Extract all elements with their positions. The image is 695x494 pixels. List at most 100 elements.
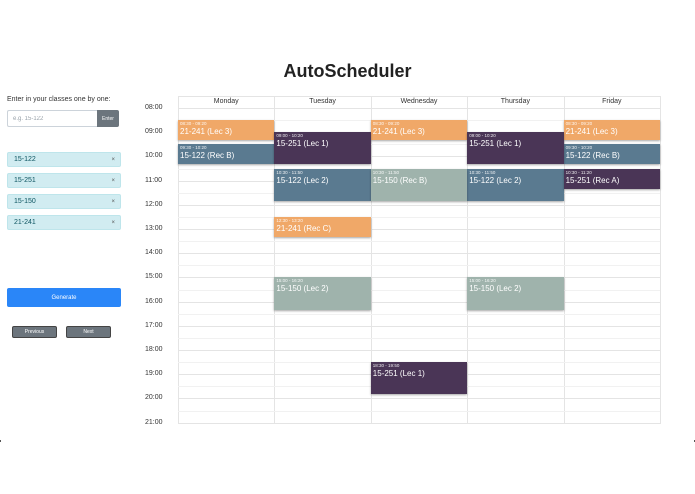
class-event[interactable]: 10:30 - 11:50 15-122 (Lec 2) xyxy=(467,168,564,201)
hour-label: 19:00 xyxy=(145,370,163,378)
hour-label: 13:00 xyxy=(145,225,163,232)
next-button[interactable]: Next xyxy=(66,326,111,338)
previous-button[interactable]: Previous xyxy=(12,326,57,338)
half-hour-line xyxy=(178,410,660,412)
event-time: 08:30 - 09:20 xyxy=(372,121,400,127)
hour-label: 08:00 xyxy=(145,104,163,111)
hour-line xyxy=(178,422,660,424)
event-title: 15-251 (Rec A) xyxy=(565,175,620,185)
hour-label: 09:00 xyxy=(145,128,163,136)
class-event[interactable]: 09:00 - 10:20 15-251 (Lec 1) xyxy=(467,132,564,165)
hour-label: 10:00 xyxy=(145,152,163,160)
event-title: 21-241 (Lec 3) xyxy=(565,127,618,137)
day-header: Friday xyxy=(602,98,622,105)
hour-line xyxy=(178,277,660,279)
half-hour-line xyxy=(178,265,660,267)
class-event[interactable]: 12:30 - 13:20 21-241 (Rec C) xyxy=(274,216,371,237)
event-title: 15-122 (Rec B) xyxy=(180,151,235,161)
class-event[interactable]: 10:30 - 11:50 15-122 (Lec 2) xyxy=(274,168,371,201)
remove-course-icon[interactable]: × xyxy=(111,220,115,226)
remove-course-icon[interactable]: × xyxy=(111,199,115,205)
event-time: 10:30 - 11:50 xyxy=(372,169,399,175)
event-time: 09:00 - 10:20 xyxy=(276,133,303,139)
course-name: 21-241 xyxy=(14,219,36,226)
half-hour-line xyxy=(178,313,660,315)
half-hour-line xyxy=(178,241,660,243)
class-entry-prompt: Enter in your classes one by one: xyxy=(7,96,111,103)
class-event[interactable]: 10:30 - 11:20 15-251 (Rec A) xyxy=(563,168,660,189)
event-title: 15-122 (Rec B) xyxy=(565,151,620,161)
event-title: 21-241 (Lec 3) xyxy=(372,127,425,137)
event-time: 09:00 - 10:20 xyxy=(469,133,496,139)
hour-label: 14:00 xyxy=(145,249,163,257)
hour-label: 20:00 xyxy=(145,394,163,402)
event-title: 15-251 (Lec 1) xyxy=(469,139,522,149)
day-header: Monday xyxy=(213,98,239,105)
event-time: 12:30 - 13:20 xyxy=(276,217,303,223)
course-item: 15-150 × xyxy=(7,194,121,209)
course-item: 21-241 × xyxy=(7,215,121,230)
generate-button[interactable]: Generate xyxy=(7,288,121,307)
event-time: 10:30 - 11:20 xyxy=(565,169,592,175)
event-title: 15-122 (Lec 2) xyxy=(276,175,329,185)
half-hour-line xyxy=(178,216,660,218)
class-event[interactable]: 08:30 - 09:20 21-241 (Lec 3) xyxy=(563,120,660,141)
event-time: 08:30 - 09:20 xyxy=(180,121,207,127)
class-event[interactable]: 10:30 - 11:50 15-150 (Rec B) xyxy=(370,168,468,201)
event-time: 09:30 - 10:20 xyxy=(180,145,207,151)
class-event[interactable]: 18:30 - 19:50 15-251 (Lec 1) xyxy=(370,362,468,395)
hour-line xyxy=(178,301,660,303)
hour-line xyxy=(178,229,660,230)
hour-line xyxy=(178,253,660,255)
event-time: 15:00 - 16:20 xyxy=(276,278,303,284)
class-event[interactable]: 15:00 - 16:20 15-150 (Lec 2) xyxy=(467,277,564,310)
event-time: 10:30 - 11:50 xyxy=(276,169,303,175)
event-time: 08:30 - 09:20 xyxy=(565,121,593,127)
hour-label: 17:00 xyxy=(145,321,163,329)
class-event[interactable]: 09:00 - 10:20 15-251 (Lec 1) xyxy=(274,132,371,165)
hour-label: 21:00 xyxy=(145,418,163,426)
app-title: AutoScheduler xyxy=(283,61,412,81)
hour-line xyxy=(178,325,660,327)
half-hour-line xyxy=(178,337,660,339)
course-item: 15-122 × xyxy=(7,152,121,167)
course-item: 15-251 × xyxy=(7,173,121,188)
event-title: 15-251 (Lec 1) xyxy=(372,369,425,379)
class-event[interactable]: 15:00 - 16:20 15-150 (Lec 2) xyxy=(274,277,371,310)
course-name: 15-150 xyxy=(14,198,36,205)
class-event[interactable]: 09:30 - 10:20 15-122 (Rec B) xyxy=(178,144,275,165)
hour-line xyxy=(178,350,660,351)
half-hour-line xyxy=(178,289,660,291)
class-event[interactable]: 08:30 - 09:20 21-241 (Lec 3) xyxy=(178,120,275,141)
class-input[interactable] xyxy=(7,110,97,127)
hour-line xyxy=(178,398,660,400)
hour-line xyxy=(178,108,660,109)
grid-column-line xyxy=(660,96,661,424)
event-time: 15:00 - 16:20 xyxy=(469,278,496,284)
event-time: 09:30 - 10:20 xyxy=(565,145,593,151)
hour-label: 12:00 xyxy=(145,200,163,208)
day-header: Thursday xyxy=(500,98,530,105)
remove-course-icon[interactable]: × xyxy=(111,178,115,184)
sidebar: Enter in your classes one by one: Enter … xyxy=(7,96,121,230)
event-title: 15-122 (Lec 2) xyxy=(469,175,522,185)
hour-label: 11:00 xyxy=(145,176,162,184)
event-time: 10:30 - 11:50 xyxy=(469,169,496,175)
remove-course-icon[interactable]: × xyxy=(111,157,115,163)
schedule-calendar: Monday Tuesday Wednesday Thursday Friday 08:0… xyxy=(145,96,661,426)
hour-label: 16:00 xyxy=(145,297,163,305)
class-event[interactable]: 09:30 - 10:20 15-122 (Rec B) xyxy=(563,144,660,165)
event-time: 18:30 - 19:50 xyxy=(372,363,400,369)
hour-label: 18:00 xyxy=(145,346,163,353)
event-title: 21-241 (Rec C) xyxy=(276,223,332,233)
edge-mark xyxy=(0,440,1,442)
event-title: 21-241 (Lec 3) xyxy=(180,127,233,137)
event-title: 15-251 (Lec 1) xyxy=(276,139,329,149)
hour-label: 15:00 xyxy=(145,273,163,281)
class-event[interactable]: 08:30 - 09:20 21-241 (Lec 3) xyxy=(370,120,468,141)
event-title: 15-150 (Lec 2) xyxy=(469,284,522,294)
event-title: 15-150 (Rec B) xyxy=(372,175,428,185)
day-header: Wednesday xyxy=(400,98,438,105)
hour-line xyxy=(178,204,660,206)
enter-button[interactable]: Enter xyxy=(97,110,119,127)
